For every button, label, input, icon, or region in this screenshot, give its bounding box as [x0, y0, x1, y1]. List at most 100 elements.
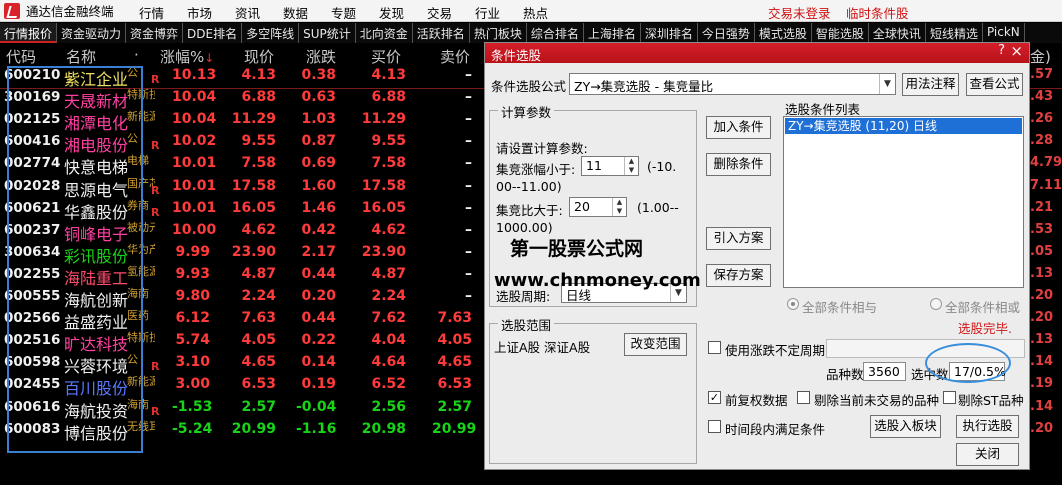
main-menu: 行情 市场 资讯 数据 专题 发现 交易 行业 热点	[137, 3, 569, 22]
last-price: 6.88	[241, 89, 276, 106]
add-to-block-button[interactable]: 选股入板块	[870, 415, 941, 438]
bid-price: 2.56	[371, 398, 406, 415]
tab-capital-drive[interactable]: 资金驱动力	[57, 23, 127, 43]
radio-or[interactable]	[930, 298, 942, 310]
menu-zixun[interactable]: 资讯	[235, 3, 281, 22]
right-column-value: .19	[1030, 376, 1054, 392]
tab-pickn[interactable]: PickN	[983, 23, 1025, 43]
condition-list-item[interactable]: ZY→集竞选股 (11,20) 日线	[785, 118, 1022, 134]
pre-adjust-checkbox[interactable]: ✓	[708, 391, 721, 404]
bid-price: 23.90	[361, 243, 406, 260]
tab-capital-game[interactable]: 资金博弈	[126, 23, 184, 43]
change-pct: 10.01	[172, 199, 217, 216]
tab-hot-sector[interactable]: 热门板块	[470, 23, 527, 43]
use-period-checkbox[interactable]	[708, 341, 721, 354]
col-dot: ·	[134, 46, 139, 64]
tab-pattern-select[interactable]: 模式选股	[755, 23, 812, 43]
bid-price: 4.64	[371, 354, 406, 371]
tab-smart-select[interactable]: 智能选股	[812, 23, 869, 43]
menu-faxian[interactable]: 发现	[379, 3, 425, 22]
right-column-value: .21	[1030, 199, 1054, 215]
change-scope-button[interactable]: 改变范围	[624, 333, 687, 356]
col-code[interactable]: 代码	[6, 46, 36, 67]
login-status[interactable]: 交易未登录	[768, 3, 831, 22]
save-scheme-button[interactable]: 保存方案	[706, 264, 771, 287]
right-column-value: .20	[1030, 310, 1054, 326]
count-field: 3560	[863, 362, 906, 381]
col-change-pct[interactable]: 涨幅%↓	[160, 46, 214, 67]
tab-active-rank[interactable]: 活跃排名	[413, 23, 470, 43]
tab-shanghai-rank[interactable]: 上海排名	[584, 23, 641, 43]
last-price: 23.90	[231, 243, 276, 260]
import-scheme-button[interactable]: 引入方案	[706, 227, 771, 250]
tab-quote[interactable]: 行情报价	[0, 23, 58, 43]
param2-input[interactable]: 20 ▲ ▼	[569, 197, 627, 217]
ask-price: 4.05	[437, 332, 472, 349]
col-ask[interactable]: 卖价	[440, 46, 470, 67]
menu-shichang[interactable]: 市场	[187, 3, 233, 22]
spin-arrows-icon[interactable]: ▲ ▼	[612, 198, 626, 216]
radio-and-label: 全部条件相与	[802, 300, 878, 315]
price-diff: 1.46	[301, 199, 336, 216]
delete-condition-button[interactable]: 删除条件	[706, 153, 771, 176]
ask-price: –	[465, 67, 472, 83]
pre-adjust-label: 前复权数据	[725, 393, 788, 408]
param2-range-b: 1000.00)	[496, 220, 553, 235]
menu-hangye[interactable]: 行业	[475, 3, 521, 22]
close-icon[interactable]: ×	[1010, 42, 1023, 60]
col-bid[interactable]: 买价	[371, 46, 401, 67]
col-change-pct-label: 涨幅%	[160, 48, 205, 66]
bid-price: 11.29	[361, 111, 406, 128]
price-diff: 0.63	[301, 89, 336, 106]
radio-and[interactable]	[787, 298, 799, 310]
help-icon[interactable]: ?	[998, 43, 1005, 58]
tab-sup[interactable]: SUP统计	[299, 23, 356, 43]
bid-price: 4.87	[371, 265, 406, 282]
spin-arrows-icon[interactable]: ▲ ▼	[624, 157, 638, 175]
tab-shenzhen-rank[interactable]: 深圳排名	[641, 23, 698, 43]
add-condition-button[interactable]: 加入条件	[706, 116, 771, 139]
watermark-url: www.chnmoney.com	[494, 270, 701, 291]
price-diff: 0.69	[301, 155, 336, 172]
tab-long-short[interactable]: 多空阵线	[242, 23, 300, 43]
col-far-right[interactable]: 金)	[1030, 46, 1051, 67]
chevron-down-icon[interactable]: ▼	[879, 74, 895, 94]
right-column-value: .14	[1030, 354, 1054, 370]
right-column-value: .14	[1030, 398, 1054, 414]
bid-price: 6.88	[371, 89, 406, 106]
menu-jiaoyi[interactable]: 交易	[427, 3, 473, 22]
col-diff[interactable]: 涨跌	[306, 46, 336, 67]
menu-hangqing[interactable]: 行情	[139, 3, 185, 22]
dialog-title: 条件选股	[491, 48, 542, 63]
tab-global-news[interactable]: 全球快讯	[869, 23, 926, 43]
condition-listbox[interactable]: ZY→集竞选股 (11,20) 日线	[783, 116, 1024, 288]
change-pct: -1.53	[172, 398, 213, 415]
exclude-untraded-checkbox[interactable]	[797, 391, 810, 404]
close-button[interactable]: 关闭	[956, 443, 1019, 466]
tab-today-strong[interactable]: 今日强势	[698, 23, 755, 43]
tab-overall-rank[interactable]: 综合排名	[527, 23, 584, 43]
col-name[interactable]: 名称	[66, 46, 96, 67]
tab-dde[interactable]: DDE排名	[183, 23, 243, 43]
margin-flag: R	[151, 360, 160, 374]
tab-northbound[interactable]: 北向资金	[356, 23, 413, 43]
formula-combo[interactable]: ZY→集竞选股 - 集竞量比 ▼	[569, 73, 896, 95]
temp-condition-stocks[interactable]: 临时条件股	[846, 3, 909, 22]
view-formula-button[interactable]: 查看公式	[966, 73, 1023, 96]
menu-redian[interactable]: 热点	[523, 3, 569, 22]
exclude-st-checkbox[interactable]	[943, 391, 956, 404]
param1-input[interactable]: 11 ▲ ▼	[581, 156, 639, 176]
menu-zhuanti[interactable]: 专题	[331, 3, 377, 22]
margin-flag: R	[151, 205, 160, 219]
usage-note-button[interactable]: 用法注释	[902, 73, 959, 96]
bid-price: 7.58	[371, 155, 406, 172]
time-period-checkbox[interactable]	[708, 420, 721, 433]
execute-select-button[interactable]: 执行选股	[956, 415, 1019, 438]
ask-price: –	[465, 288, 472, 304]
ask-price: 4.65	[437, 354, 472, 371]
col-price[interactable]: 现价	[244, 46, 274, 67]
change-pct: 9.99	[175, 243, 210, 260]
tab-short-pick[interactable]: 短线精选	[926, 23, 983, 43]
menu-shuju[interactable]: 数据	[283, 3, 329, 22]
bid-price: 4.13	[371, 67, 406, 83]
